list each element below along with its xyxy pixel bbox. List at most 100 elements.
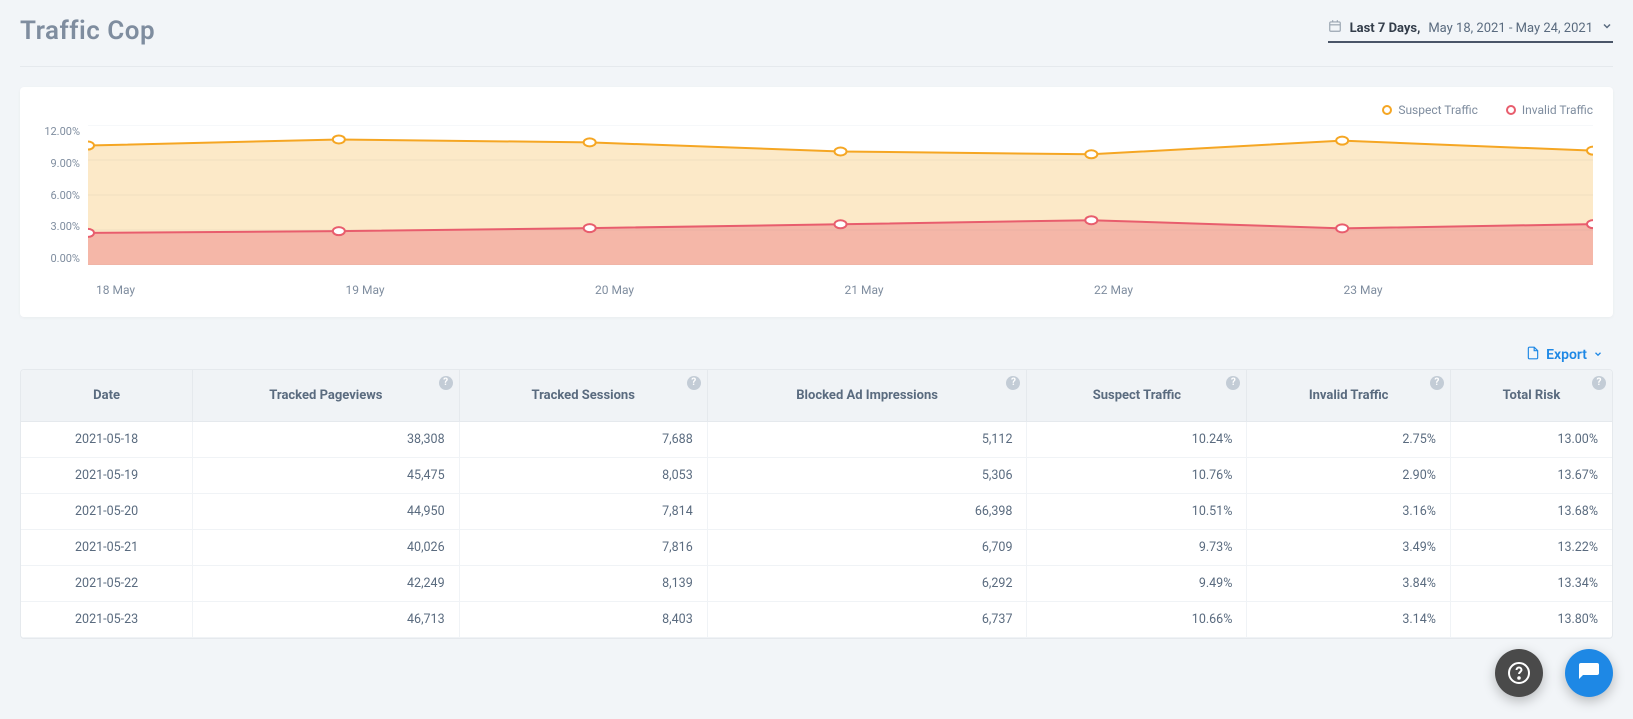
x-tick: 23 May	[1344, 283, 1594, 297]
chart-x-axis: 18 May 19 May 20 May 21 May 22 May 23 Ma…	[96, 283, 1593, 297]
table-row: 2021-05-2140,0267,8166,7099.73%3.49%13.2…	[21, 530, 1612, 566]
cell-value: 3.49%	[1247, 530, 1451, 566]
cell-value: 8,403	[459, 602, 707, 638]
x-tick: 19 May	[346, 283, 596, 297]
file-export-icon	[1526, 345, 1540, 365]
legend-dot-icon	[1382, 105, 1392, 115]
column-label: Tracked Sessions	[531, 388, 634, 403]
legend-label: Suspect Traffic	[1398, 103, 1478, 117]
cell-value: 38,308	[193, 422, 459, 458]
cell-value: 6,737	[707, 602, 1027, 638]
column-label: Suspect Traffic	[1093, 388, 1181, 403]
cell-value: 6,709	[707, 530, 1027, 566]
column-header[interactable]: Tracked Sessions?	[459, 370, 707, 422]
table-row: 2021-05-1945,4758,0535,30610.76%2.90%13.…	[21, 458, 1612, 494]
y-tick: 3.00%	[40, 220, 80, 233]
cell-value: 5,306	[707, 458, 1027, 494]
column-header[interactable]: Blocked Ad Impressions?	[707, 370, 1027, 422]
cell-value: 13.22%	[1450, 530, 1612, 566]
x-tick: 18 May	[96, 283, 346, 297]
cell-value: 3.16%	[1247, 494, 1451, 530]
chart-plot-area[interactable]	[88, 125, 1593, 265]
column-header[interactable]: Invalid Traffic?	[1247, 370, 1451, 422]
table-row: 2021-05-2346,7138,4036,73710.66%3.14%13.…	[21, 602, 1612, 638]
column-label: Date	[93, 388, 120, 403]
cell-value: 7,814	[459, 494, 707, 530]
date-range-label: Last 7 Days,	[1350, 21, 1421, 36]
help-fab-button[interactable]	[1495, 649, 1543, 697]
table-row: 2021-05-2242,2498,1396,2929.49%3.84%13.3…	[21, 566, 1612, 602]
traffic-chart-card: Suspect Traffic Invalid Traffic 12.00% 9…	[20, 87, 1613, 317]
export-button[interactable]: Export	[1526, 345, 1603, 365]
cell-value: 9.49%	[1027, 566, 1247, 602]
column-header[interactable]: Total Risk?	[1450, 370, 1612, 422]
column-label: Total Risk	[1503, 388, 1561, 403]
y-tick: 0.00%	[40, 252, 80, 265]
cell-value: 7,688	[459, 422, 707, 458]
y-tick: 12.00%	[40, 125, 80, 138]
chart-y-axis: 12.00% 9.00% 6.00% 3.00% 0.00%	[40, 125, 88, 265]
cell-value: 10.51%	[1027, 494, 1247, 530]
cell-date: 2021-05-23	[21, 602, 193, 638]
help-icon[interactable]: ?	[1592, 376, 1606, 390]
chat-fab-button[interactable]	[1565, 649, 1613, 697]
cell-value: 5,112	[707, 422, 1027, 458]
cell-value: 3.84%	[1247, 566, 1451, 602]
legend-dot-icon	[1506, 105, 1516, 115]
cell-value: 10.76%	[1027, 458, 1247, 494]
traffic-table: DateTracked Pageviews?Tracked Sessions?B…	[20, 369, 1613, 639]
cell-date: 2021-05-20	[21, 494, 193, 530]
cell-value: 13.67%	[1450, 458, 1612, 494]
cell-value: 13.34%	[1450, 566, 1612, 602]
column-label: Tracked Pageviews	[269, 388, 382, 403]
chevron-down-icon	[1601, 20, 1613, 36]
x-tick: 20 May	[595, 283, 845, 297]
page-title: Traffic Cop	[20, 16, 155, 46]
table-row: 2021-05-1838,3087,6885,11210.24%2.75%13.…	[21, 422, 1612, 458]
cell-value: 10.24%	[1027, 422, 1247, 458]
cell-date: 2021-05-18	[21, 422, 193, 458]
legend-suspect-traffic[interactable]: Suspect Traffic	[1382, 103, 1478, 117]
cell-value: 13.00%	[1450, 422, 1612, 458]
help-icon[interactable]: ?	[1226, 376, 1240, 390]
calendar-icon	[1328, 19, 1342, 37]
help-icon[interactable]: ?	[1430, 376, 1444, 390]
help-icon[interactable]: ?	[439, 376, 453, 390]
cell-value: 10.66%	[1027, 602, 1247, 638]
cell-value: 2.75%	[1247, 422, 1451, 458]
cell-value: 42,249	[193, 566, 459, 602]
cell-date: 2021-05-19	[21, 458, 193, 494]
cell-value: 44,950	[193, 494, 459, 530]
y-tick: 6.00%	[40, 189, 80, 202]
cell-value: 45,475	[193, 458, 459, 494]
cell-value: 2.90%	[1247, 458, 1451, 494]
cell-value: 40,026	[193, 530, 459, 566]
cell-date: 2021-05-21	[21, 530, 193, 566]
cell-date: 2021-05-22	[21, 566, 193, 602]
column-header[interactable]: Tracked Pageviews?	[193, 370, 459, 422]
cell-value: 8,139	[459, 566, 707, 602]
cell-value: 46,713	[193, 602, 459, 638]
cell-value: 13.80%	[1450, 602, 1612, 638]
chevron-down-icon	[1593, 349, 1603, 362]
help-icon[interactable]: ?	[1006, 376, 1020, 390]
table-row: 2021-05-2044,9507,81466,39810.51%3.16%13…	[21, 494, 1612, 530]
cell-value: 13.68%	[1450, 494, 1612, 530]
date-range-value: May 18, 2021 - May 24, 2021	[1428, 21, 1593, 36]
x-tick: 22 May	[1094, 283, 1344, 297]
cell-value: 66,398	[707, 494, 1027, 530]
cell-value: 7,816	[459, 530, 707, 566]
y-tick: 9.00%	[40, 157, 80, 170]
column-label: Invalid Traffic	[1309, 388, 1389, 403]
x-tick: 21 May	[845, 283, 1095, 297]
column-header[interactable]: Suspect Traffic?	[1027, 370, 1247, 422]
cell-value: 3.14%	[1247, 602, 1451, 638]
legend-invalid-traffic[interactable]: Invalid Traffic	[1506, 103, 1593, 117]
legend-label: Invalid Traffic	[1522, 103, 1593, 117]
column-label: Blocked Ad Impressions	[796, 388, 938, 403]
column-header[interactable]: Date	[21, 370, 193, 422]
cell-value: 6,292	[707, 566, 1027, 602]
help-icon[interactable]: ?	[687, 376, 701, 390]
export-label: Export	[1546, 347, 1587, 363]
date-range-picker[interactable]: Last 7 Days, May 18, 2021 - May 24, 2021	[1328, 19, 1613, 43]
